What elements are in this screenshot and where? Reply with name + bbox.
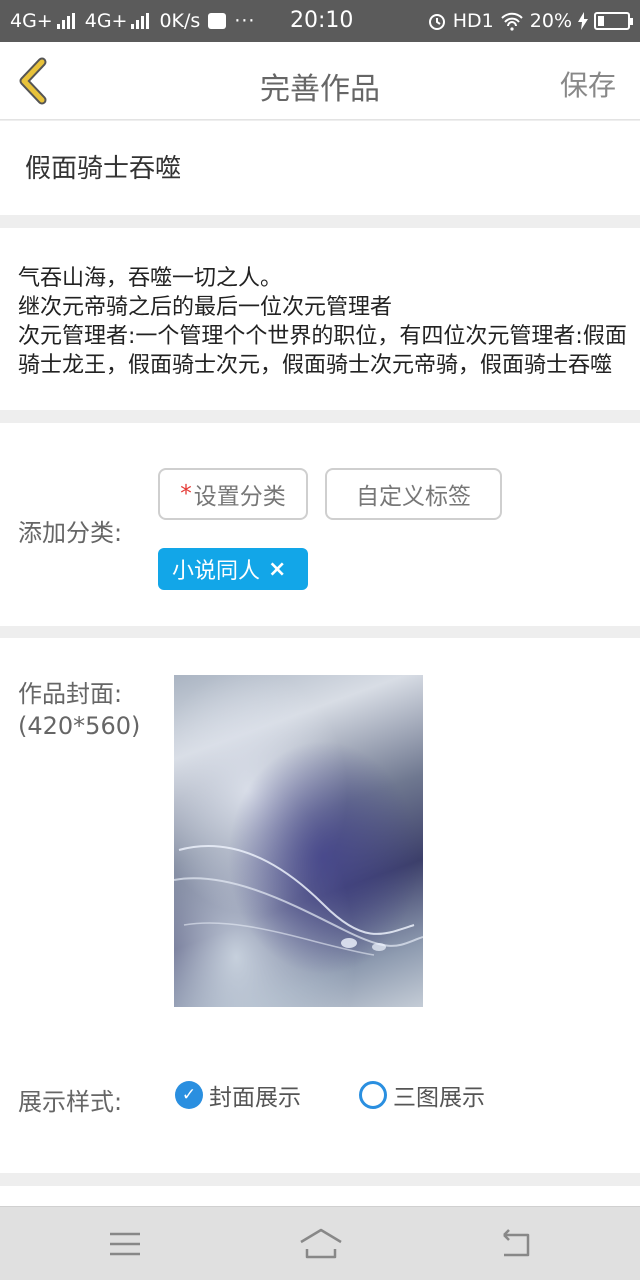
hd-label: HD1 xyxy=(452,10,494,32)
status-bar: 4G+ 4G+ 0K/s ··· 20:10 HD1 20% xyxy=(0,0,640,42)
menu-button[interactable] xyxy=(108,1225,142,1267)
display-style-label: 展示样式: xyxy=(18,1088,123,1116)
signal-icon xyxy=(56,13,75,29)
cover-label: 作品封面: xyxy=(18,680,123,708)
radio-three-label: 三图展示 xyxy=(393,1085,485,1111)
system-back-button[interactable] xyxy=(498,1225,534,1267)
category-label: 添加分类: xyxy=(18,519,123,547)
set-category-label: 设置分类 xyxy=(193,484,286,510)
return-icon xyxy=(503,1229,530,1257)
set-category-button[interactable]: * 设置分类 xyxy=(158,468,308,520)
network-label-1: 4G+ xyxy=(10,10,53,32)
signal-icon-2 xyxy=(131,13,150,29)
more-notifications: ··· xyxy=(234,10,256,32)
work-title-input[interactable] xyxy=(25,151,615,182)
battery-percent: 20% xyxy=(529,10,572,32)
network-label-2: 4G+ xyxy=(84,10,128,32)
radio-cover-label: 封面展示 xyxy=(209,1085,301,1111)
custom-tag-button[interactable]: 自定义标签 xyxy=(325,468,502,520)
unchecked-radio-icon xyxy=(359,1081,387,1109)
system-nav-bar xyxy=(0,1206,640,1280)
nav-bar: 完善作品 保存 xyxy=(0,42,640,120)
clock: 20:10 xyxy=(290,8,354,33)
cover-section: 作品封面: (420*560) 展示样式: ✓ 封面展示 三图展示 xyxy=(0,638,640,1173)
required-mark: * xyxy=(180,481,192,507)
cover-size-hint: (420*560) xyxy=(18,712,141,740)
menu-icon xyxy=(110,1232,140,1256)
cover-label-block: 作品封面: (420*560) xyxy=(18,678,140,742)
status-right: HD1 20% xyxy=(427,10,633,32)
charging-icon xyxy=(578,12,588,30)
battery-icon xyxy=(594,12,633,30)
work-title-section xyxy=(0,121,640,215)
page-title: 完善作品 xyxy=(260,72,380,107)
description-text[interactable]: 气吞山海，吞噬一切之人。 继次元帝骑之后的最后一位次元管理者 次元管理者:一个管… xyxy=(18,264,628,380)
status-left: 4G+ 4G+ 0K/s ··· xyxy=(10,10,255,32)
selected-tag-label: 小说同人 xyxy=(172,559,261,584)
alarm-icon xyxy=(428,14,445,30)
wifi-icon xyxy=(501,12,523,31)
next-section-edge xyxy=(0,1186,640,1206)
selected-tag-chip[interactable]: 小说同人 × xyxy=(158,548,308,590)
save-button[interactable]: 保存 xyxy=(560,64,616,104)
home-icon xyxy=(300,1228,342,1259)
radio-cover-display[interactable]: ✓ 封面展示 xyxy=(175,1078,301,1112)
message-icon xyxy=(208,13,227,29)
category-section: 添加分类: * 设置分类 自定义标签 小说同人 × xyxy=(0,423,640,626)
home-button[interactable] xyxy=(298,1225,344,1267)
net-speed: 0K/s xyxy=(159,10,201,32)
cover-image[interactable] xyxy=(174,675,423,1007)
radio-three-image-display[interactable]: 三图展示 xyxy=(359,1078,485,1112)
cover-art-strokes xyxy=(174,845,423,956)
remove-tag-icon[interactable]: × xyxy=(268,557,286,582)
checked-radio-icon: ✓ xyxy=(175,1081,203,1109)
description-section: 气吞山海，吞噬一切之人。 继次元帝骑之后的最后一位次元管理者 次元管理者:一个管… xyxy=(0,228,640,410)
